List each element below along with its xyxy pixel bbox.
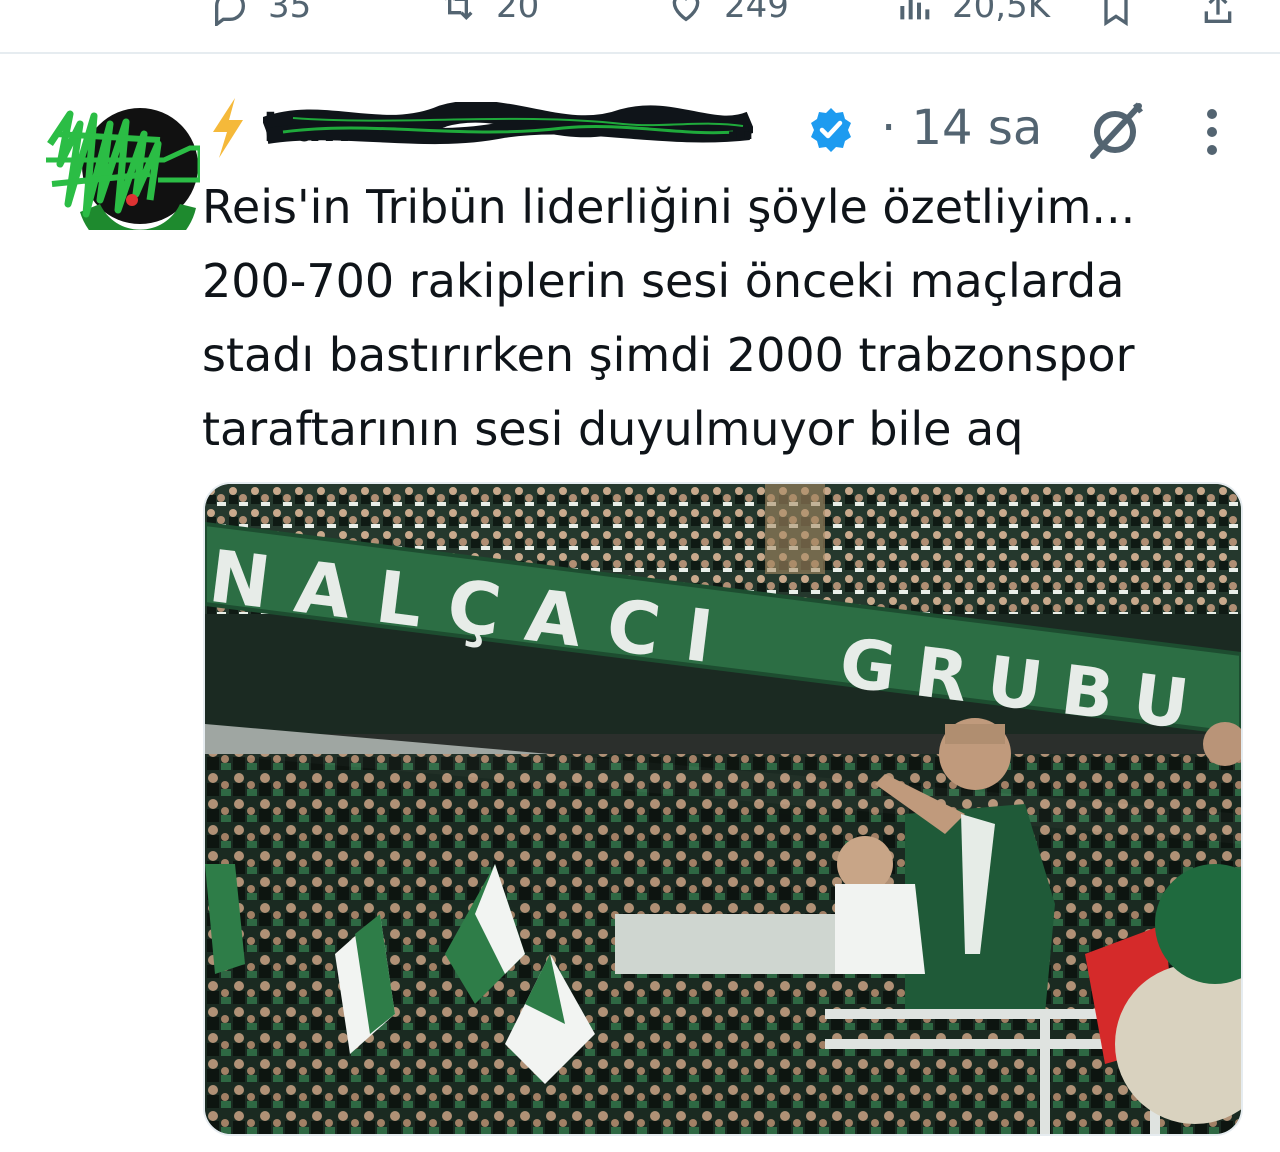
author-avatar[interactable] xyxy=(40,104,200,230)
previous-post-actions: 35 20 249 20,5K xyxy=(0,0,1280,52)
post-text-line: Reis'in Tribün liderliğini şöyle özetliy… xyxy=(202,180,1136,234)
reply-button[interactable]: 35 xyxy=(210,0,311,26)
more-vertical-icon[interactable] xyxy=(1197,104,1227,160)
like-button[interactable]: 249 xyxy=(666,0,789,26)
repost-icon xyxy=(445,0,473,21)
post-separator xyxy=(0,52,1280,54)
post-timestamp[interactable]: · 14 sa xyxy=(881,96,1042,160)
repost-button[interactable]: 20 xyxy=(438,0,539,26)
post-text-line: taraftarının sesi duyulmuyor bile aq xyxy=(202,402,1024,456)
lightning-icon xyxy=(213,98,243,158)
grok-icon[interactable] xyxy=(1085,100,1145,160)
reply-count: 35 xyxy=(268,0,312,26)
repost-count: 20 xyxy=(496,0,540,26)
verified-badge-icon[interactable] xyxy=(807,106,855,154)
view-count: 20,5K xyxy=(952,0,1050,26)
views-button[interactable]: 20,5K xyxy=(894,0,1050,26)
post-text: Reis'in Tribün liderliğini şöyle özetliy… xyxy=(202,170,1262,466)
post-text-line: 200-700 rakiplerin sesi önceki maçlarda xyxy=(202,254,1125,308)
post-text-line: stadı bastırırken şimdi 2000 trabzonspor xyxy=(202,328,1135,382)
like-count: 249 xyxy=(724,0,789,26)
redaction-scribble xyxy=(263,102,753,145)
name-ellipsis: .. xyxy=(725,103,756,149)
views-icon xyxy=(900,0,930,20)
reply-icon xyxy=(215,0,245,26)
post-media-photo[interactable]: NALÇACI GRUBU xyxy=(203,482,1243,1136)
share-icon[interactable] xyxy=(1198,0,1238,28)
post-header: Kü... .. · 14 sa xyxy=(205,96,1265,166)
bookmark-icon[interactable] xyxy=(1096,0,1136,28)
author-name-link[interactable]: Kü... xyxy=(263,102,753,154)
heart-icon xyxy=(672,0,700,22)
